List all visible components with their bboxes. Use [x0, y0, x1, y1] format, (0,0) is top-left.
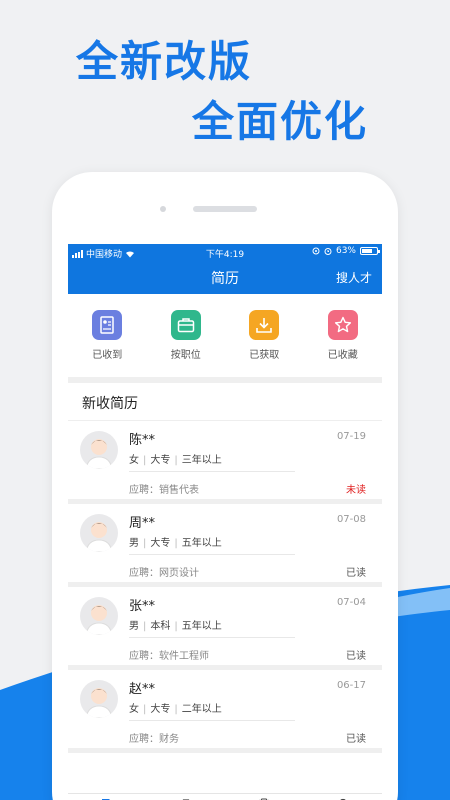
resume-card[interactable]: 陈** 07-19 女 | 大专 | 三年以上 应聘：销售代表 未读: [68, 421, 382, 499]
gender: 女: [129, 704, 139, 715]
read-status: 未读: [346, 485, 366, 496]
received-date: 07-08: [336, 514, 366, 525]
quick-action-by-position[interactable]: 按职位: [147, 304, 226, 374]
quick-action-label: 按职位: [170, 350, 201, 361]
applied-position: 应聘：网页设计: [129, 568, 199, 579]
app-screen: 中国移动 下午4:19 63% 简历 搜人才 已收到 按职位 已获取 已收藏 新…: [68, 244, 382, 800]
page-title: 简历: [211, 271, 239, 287]
card-divider: [129, 471, 295, 472]
applied-position: 应聘：软件工程师: [129, 651, 209, 662]
nav-tab-me[interactable]: 我的: [304, 794, 383, 800]
received-date: 06-17: [336, 680, 366, 691]
experience: 五年以上: [181, 538, 222, 549]
phone-frame: 中国移动 下午4:19 63% 简历 搜人才 已收到 按职位 已获取 已收藏 新…: [52, 172, 398, 800]
lock-rotation-icon: [312, 247, 320, 255]
card-divider: [129, 637, 295, 638]
experience: 五年以上: [181, 621, 222, 632]
experience: 三年以上: [181, 455, 222, 466]
avatar: [80, 680, 118, 718]
phone-camera: [160, 206, 166, 212]
promo-headline-1: 全新改版: [76, 37, 253, 86]
applied-position: 应聘：财务: [129, 734, 179, 745]
quick-action-received[interactable]: 已收到: [68, 304, 147, 374]
quick-action-label: 已收到: [92, 350, 123, 361]
read-status: 已读: [346, 734, 366, 745]
applied-position: 应聘：销售代表: [129, 485, 199, 496]
section-divider: [68, 377, 382, 383]
received-date: 07-19: [336, 431, 366, 442]
candidate-meta: 女 | 大专 | 二年以上: [129, 704, 222, 715]
education: 大专: [150, 538, 171, 549]
quick-action-favorited[interactable]: 已收藏: [304, 304, 383, 374]
education: 本科: [150, 621, 171, 632]
candidate-name: 陈**: [129, 433, 156, 448]
star-icon: [327, 310, 358, 340]
quick-actions: 已收到 按职位 已获取 已收藏: [68, 304, 382, 374]
promo-headline-2: 全面优化: [192, 97, 369, 146]
candidate-name: 赵**: [129, 682, 156, 697]
alarm-icon: [324, 248, 332, 255]
download-icon: [249, 310, 280, 340]
nav-tab-position[interactable]: 职位: [147, 794, 226, 800]
candidate-name: 张**: [129, 599, 156, 614]
phone-speaker: [193, 206, 257, 212]
battery-percent: 63%: [335, 246, 356, 256]
quick-action-label: 已获取: [249, 350, 280, 361]
candidate-meta: 女 | 大专 | 三年以上: [129, 455, 222, 466]
gender: 男: [129, 538, 139, 549]
briefcase-icon: [170, 310, 201, 340]
search-talent-button[interactable]: 搜人才: [336, 269, 372, 286]
nav-tab-resume[interactable]: 简历: [68, 794, 147, 800]
bottom-nav: 简历 职位 面试 我的: [68, 793, 382, 800]
nav-tab-interview[interactable]: 面试: [225, 794, 304, 800]
gender: 女: [129, 455, 139, 466]
avatar: [80, 597, 118, 635]
candidate-meta: 男 | 大专 | 五年以上: [129, 538, 222, 549]
card-divider: [129, 554, 295, 555]
read-status: 已读: [346, 568, 366, 579]
candidate-name: 周**: [129, 516, 156, 531]
education: 大专: [150, 704, 171, 715]
section-title: 新收简历: [82, 396, 138, 412]
card-divider: [129, 720, 295, 721]
quick-action-label: 已收藏: [327, 350, 358, 361]
read-status: 已读: [346, 651, 366, 662]
battery-icon: [360, 247, 380, 255]
status-bar: 中国移动 下午4:19 63%: [68, 244, 382, 260]
avatar: [80, 431, 118, 469]
candidate-meta: 男 | 本科 | 五年以上: [129, 621, 222, 632]
resume-card[interactable]: 周** 07-08 男 | 大专 | 五年以上 应聘：网页设计 已读: [68, 504, 382, 582]
resume-card[interactable]: 张** 07-04 男 | 本科 | 五年以上 应聘：软件工程师 已读: [68, 587, 382, 665]
received-date: 07-04: [336, 597, 366, 608]
resume-icon: [92, 310, 123, 340]
experience: 二年以上: [181, 704, 222, 715]
education: 大专: [150, 455, 171, 466]
card-gap: [68, 748, 382, 753]
avatar: [80, 514, 118, 552]
resume-card[interactable]: 赵** 06-17 女 | 大专 | 二年以上 应聘：财务 已读: [68, 670, 382, 748]
quick-action-obtained[interactable]: 已获取: [225, 304, 304, 374]
gender: 男: [129, 621, 139, 632]
header-bar: 中国移动 下午4:19 63% 简历 搜人才: [68, 244, 382, 294]
